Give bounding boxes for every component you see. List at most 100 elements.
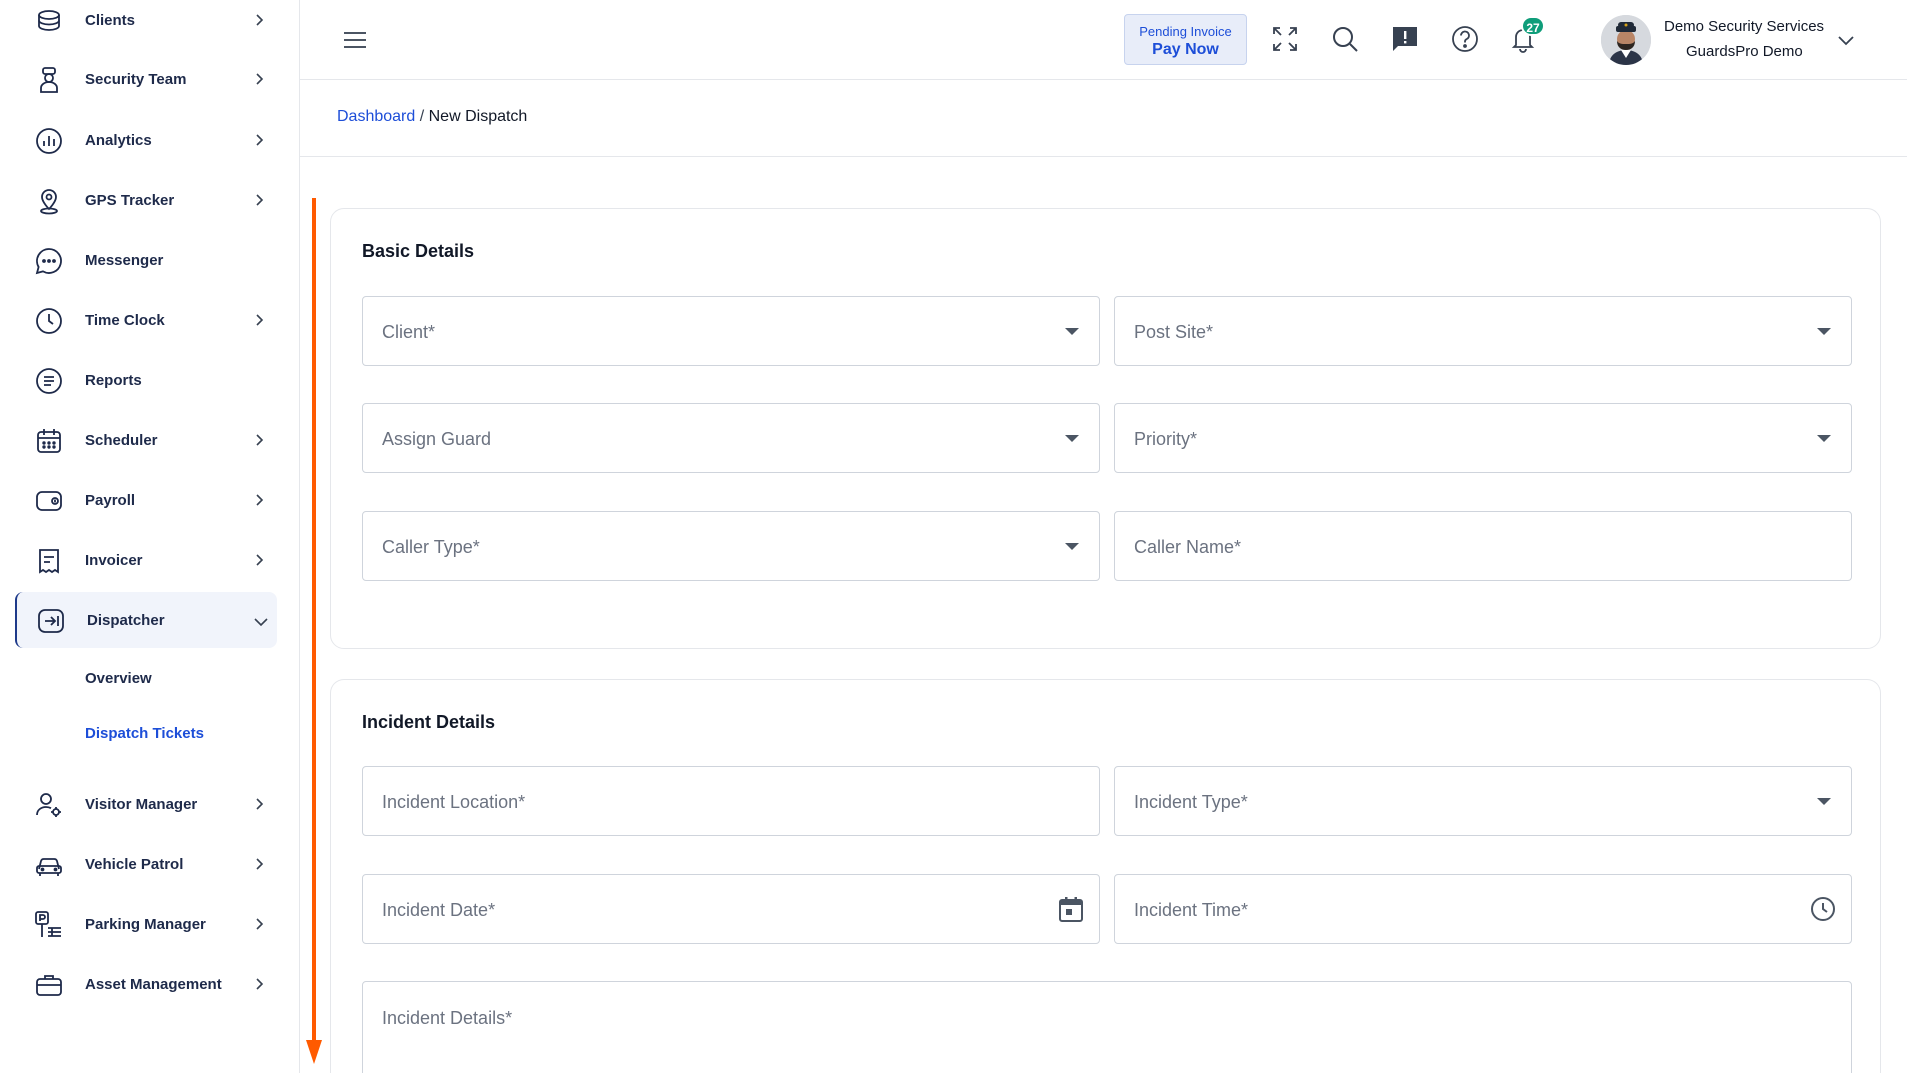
sidebar: Clients Security Team Analytics GPS Trac… [0, 0, 300, 1073]
sidebar-item-label: Asset Management [85, 975, 222, 993]
sidebar-item-time-clock[interactable]: Time Clock [15, 292, 277, 348]
chevron-right-icon [251, 432, 267, 448]
caret-down-icon [1817, 328, 1831, 335]
sidebar-item-label: Scheduler [85, 431, 158, 449]
sidebar-item-label: Reports [85, 371, 142, 389]
sidebar-item-label: Analytics [85, 131, 152, 149]
sidebar-item-clients[interactable]: Clients [15, 0, 277, 48]
sidebar-item-vehicle-patrol[interactable]: Vehicle Patrol [15, 836, 277, 892]
clock-icon [35, 307, 63, 335]
sidebar-item-label: Invoicer [85, 551, 143, 569]
caller-type-select[interactable]: Caller Type* [362, 511, 1100, 581]
assign-guard-select[interactable]: Assign Guard [362, 403, 1100, 473]
caller-type-placeholder: Caller Type* [382, 537, 480, 557]
sidebar-item-visitor-manager[interactable]: Visitor Manager [15, 776, 277, 832]
caret-down-icon [1817, 798, 1831, 805]
client-placeholder: Client* [382, 322, 436, 342]
report-icon [35, 367, 63, 395]
chat-bubble-icon [35, 247, 63, 275]
incident-type-placeholder: Incident Type* [1134, 792, 1248, 812]
notification-count-badge: 27 [1521, 16, 1545, 36]
incident-time-placeholder: Incident Time* [1134, 900, 1249, 920]
sidebar-item-payroll[interactable]: Payroll [15, 472, 277, 528]
help-icon[interactable] [1450, 24, 1480, 54]
sidebar-item-label: Messenger [85, 251, 164, 269]
parking-icon [35, 911, 63, 939]
post-site-select[interactable]: Post Site* [1114, 296, 1852, 366]
feedback-icon[interactable] [1390, 24, 1420, 54]
incident-location-placeholder: Incident Location* [382, 792, 526, 812]
incident-time-input[interactable]: Incident Time* [1114, 874, 1852, 944]
sidebar-item-invoicer[interactable]: Invoicer [15, 532, 277, 588]
incident-location-input[interactable]: Incident Location* [362, 766, 1100, 836]
search-icon[interactable] [1330, 24, 1360, 54]
basic-details-card: Basic Details Client* Post Site* Assign … [330, 208, 1881, 649]
breadcrumb-current: New Dispatch [428, 108, 528, 125]
caller-name-input[interactable]: Caller Name* [1114, 511, 1852, 581]
incident-date-placeholder: Incident Date* [382, 900, 496, 920]
chevron-right-icon [251, 856, 267, 872]
calendar-icon[interactable] [1057, 895, 1085, 923]
chevron-right-icon [251, 916, 267, 932]
sidebar-item-parking-manager[interactable]: Parking Manager [15, 896, 277, 952]
pending-invoice-label: Pending Invoice [1139, 24, 1232, 39]
post-site-placeholder: Post Site* [1134, 322, 1214, 342]
avatar[interactable] [1601, 15, 1651, 65]
breadcrumb-dashboard-link[interactable]: Dashboard [337, 108, 415, 125]
caret-down-icon [1065, 435, 1079, 442]
visitor-icon [35, 791, 63, 819]
sidebar-item-security-team[interactable]: Security Team [15, 51, 277, 107]
clock-icon[interactable] [1809, 895, 1837, 923]
calendar-icon [35, 427, 63, 455]
sidebar-item-asset-management[interactable]: Asset Management [15, 956, 277, 1012]
sidebar-item-reports[interactable]: Reports [15, 352, 277, 408]
clients-icon [35, 7, 63, 35]
priority-placeholder: Priority* [1134, 429, 1198, 449]
pay-now-button[interactable]: Pending Invoice Pay Now [1124, 14, 1247, 65]
basic-details-title: Basic Details [362, 241, 475, 261]
chevron-right-icon [251, 312, 267, 328]
security-team-icon [35, 66, 63, 94]
incident-date-input[interactable]: Incident Date* [362, 874, 1100, 944]
sidebar-item-analytics[interactable]: Analytics [15, 112, 277, 168]
sidebar-subitem-dispatch-tickets[interactable]: Dispatch Tickets [85, 725, 204, 742]
car-icon [35, 851, 63, 879]
caret-down-icon [1065, 328, 1079, 335]
dispatch-icon [37, 607, 65, 635]
sidebar-item-label: Vehicle Patrol [85, 855, 184, 873]
sidebar-item-label: Time Clock [85, 311, 165, 329]
sidebar-item-label: Parking Manager [85, 915, 206, 933]
sidebar-item-label: Dispatcher [87, 611, 165, 629]
sidebar-item-scheduler[interactable]: Scheduler [15, 412, 277, 468]
top-header: Pending Invoice Pay Now 27 Demo Security… [300, 0, 1907, 80]
scroll-down-arrow-icon [306, 198, 322, 1064]
pay-now-label: Pay Now [1152, 41, 1219, 58]
breadcrumb: Dashboard / New Dispatch [337, 108, 527, 126]
user-name: Demo Security Services [1664, 18, 1825, 35]
incident-type-select[interactable]: Incident Type* [1114, 766, 1852, 836]
sidebar-item-gps-tracker[interactable]: GPS Tracker [15, 172, 277, 228]
analytics-icon [35, 127, 63, 155]
wallet-icon [35, 487, 63, 515]
sidebar-item-dispatcher[interactable]: Dispatcher [15, 592, 277, 648]
priority-select[interactable]: Priority* [1114, 403, 1852, 473]
sidebar-item-label: Clients [85, 11, 136, 29]
menu-icon[interactable] [342, 28, 368, 52]
chevron-right-icon [251, 796, 267, 812]
invoice-icon [35, 547, 63, 575]
fullscreen-icon[interactable] [1270, 24, 1300, 54]
caller-name-placeholder: Caller Name* [1134, 537, 1242, 557]
chevron-right-icon [251, 71, 267, 87]
incident-details-textarea[interactable]: Incident Details* [362, 981, 1852, 1073]
chevron-down-icon[interactable] [1837, 34, 1855, 48]
incident-details-title: Incident Details [362, 712, 496, 732]
sidebar-subitem-overview[interactable]: Overview [85, 670, 152, 687]
gps-pin-icon [35, 187, 63, 215]
chevron-down-icon [253, 614, 269, 630]
incident-details-card: Incident Details Incident Location* Inci… [330, 679, 1881, 1073]
sidebar-item-label: GPS Tracker [85, 191, 175, 209]
breadcrumb-separator: / [415, 108, 429, 125]
client-select[interactable]: Client* [362, 296, 1100, 366]
chevron-right-icon [251, 552, 267, 568]
sidebar-item-messenger[interactable]: Messenger [15, 232, 277, 288]
